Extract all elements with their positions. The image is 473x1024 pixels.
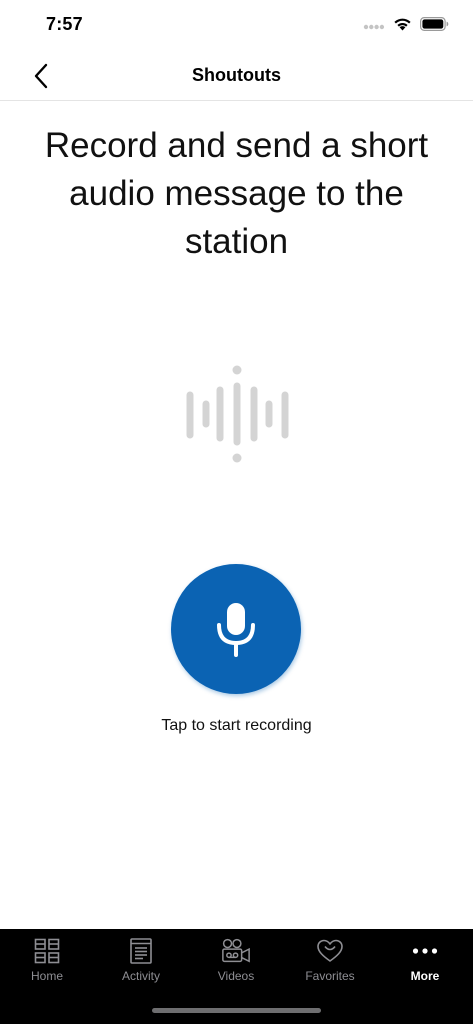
status-icons — [363, 16, 449, 36]
tab-videos[interactable]: Videos — [189, 929, 283, 991]
status-bar: 7:57 — [0, 0, 473, 52]
tab-label: Activity — [121, 969, 160, 983]
home-indicator[interactable] — [152, 1008, 321, 1013]
tab-label: Home — [30, 969, 63, 983]
battery-icon — [420, 16, 449, 36]
video-camera-icon — [221, 936, 251, 966]
nav-bar: Shoutouts — [0, 52, 473, 101]
grid-icon — [32, 936, 62, 966]
waveform-icon — [182, 362, 292, 466]
signal-icon — [363, 17, 385, 35]
tab-activity[interactable]: Activity — [94, 929, 188, 991]
more-icon — [410, 936, 440, 966]
tab-favorites[interactable]: Favorites — [283, 929, 377, 991]
tab-more[interactable]: More — [378, 929, 472, 991]
page-title: Shoutouts — [192, 65, 281, 85]
heart-icon — [315, 936, 345, 966]
tab-home[interactable]: Home — [0, 929, 94, 991]
wifi-icon — [393, 17, 412, 36]
tab-bar: Home Activity Videos Favorites More — [0, 929, 473, 1024]
record-hint: Tap to start recording — [161, 717, 312, 734]
headline: Record and send a short audio message to… — [44, 126, 429, 261]
record-button[interactable] — [171, 564, 301, 694]
tab-label: More — [410, 969, 440, 983]
tab-label: Favorites — [305, 969, 355, 983]
tab-label: Videos — [217, 969, 255, 983]
microphone-icon — [217, 603, 255, 657]
list-icon — [126, 936, 156, 966]
status-time: 7:57 — [46, 14, 83, 34]
